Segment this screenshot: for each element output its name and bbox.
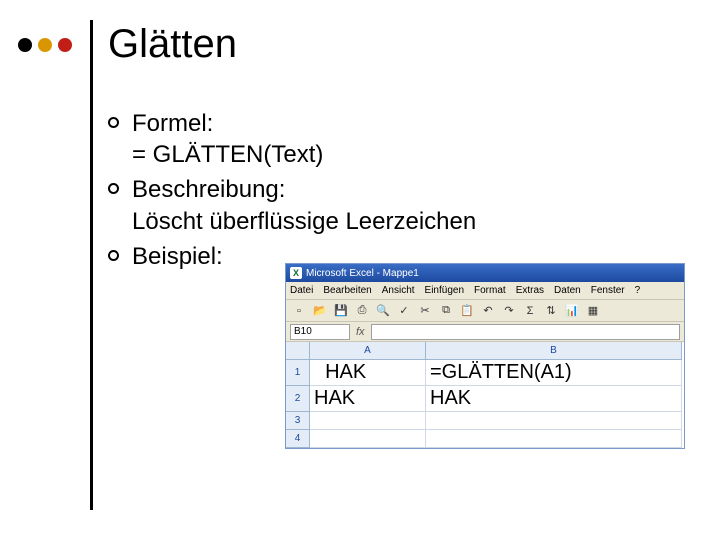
vertical-divider [90,20,93,510]
spellcheck-icon[interactable]: ✓ [395,302,413,320]
row-1: 1 HAK =GLÄTTEN(A1) [286,360,684,386]
accent-dots [18,38,72,52]
menu-bearbeiten[interactable]: Bearbeiten [323,285,371,296]
cell-a3[interactable] [310,412,426,430]
menu-einfuegen[interactable]: Einfügen [425,285,464,296]
print-icon[interactable]: ⎙ [353,302,371,320]
bullet-icon [108,250,119,261]
undo-icon[interactable]: ↶ [479,302,497,320]
bullet-icon [108,183,119,194]
open-icon[interactable]: 📂 [311,302,329,320]
excel-menubar: Datei Bearbeiten Ansicht Einfügen Format… [286,282,684,300]
cell-a1[interactable]: HAK [310,360,426,386]
redo-icon[interactable]: ↷ [500,302,518,320]
excel-formulabar: B10 fx [286,322,684,342]
fx-icon[interactable]: fx [356,326,365,338]
excel-title-text: Microsoft Excel - Mappe1 [306,268,419,279]
cell-b2[interactable]: HAK [426,386,682,412]
bullet-formel: Formel: = GLÄTTEN(Text) [108,108,698,170]
formula-input[interactable] [371,324,680,340]
name-box[interactable]: B10 [290,324,350,340]
sort-icon[interactable]: ⇅ [542,302,560,320]
row-3: 3 [286,412,684,430]
slide-content: Formel: = GLÄTTEN(Text) Beschreibung: Lö… [108,108,698,276]
dot-red [58,38,72,52]
slide-title: Glätten [108,22,237,67]
row-header[interactable]: 4 [286,430,310,448]
dot-black [18,38,32,52]
row-4: 4 [286,430,684,448]
cut-icon[interactable]: ✂ [416,302,434,320]
cell-b1[interactable]: =GLÄTTEN(A1) [426,360,682,386]
preview-icon[interactable]: 🔍 [374,302,392,320]
chart-icon[interactable]: 📊 [563,302,581,320]
excel-screenshot: X Microsoft Excel - Mappe1 Datei Bearbei… [285,263,685,449]
excel-toolbar: ▫ 📂 💾 ⎙ 🔍 ✓ ✂ ⧉ 📋 ↶ ↷ Σ ⇅ 📊 ▦ [286,300,684,322]
bullet-beschreibung: Beschreibung: Löscht überflüssige Leerze… [108,174,698,236]
cell-b4[interactable] [426,430,682,448]
bullet-sub: = GLÄTTEN(Text) [132,139,698,170]
excel-grid: A B 1 HAK =GLÄTTEN(A1) 2 HAK HAK 3 4 [286,342,684,448]
row-header[interactable]: 1 [286,360,310,386]
new-file-icon[interactable]: ▫ [290,302,308,320]
excel-app-icon: X [290,267,302,279]
dot-orange [38,38,52,52]
menu-format[interactable]: Format [474,285,506,296]
copy-icon[interactable]: ⧉ [437,302,455,320]
paste-icon[interactable]: 📋 [458,302,476,320]
col-header-a[interactable]: A [310,342,426,360]
menu-daten[interactable]: Daten [554,285,581,296]
bullet-label: Beschreibung: [132,174,698,205]
select-all-corner[interactable] [286,342,310,360]
menu-ansicht[interactable]: Ansicht [382,285,415,296]
row-header[interactable]: 3 [286,412,310,430]
menu-fenster[interactable]: Fenster [591,285,625,296]
row-header[interactable]: 2 [286,386,310,412]
sum-icon[interactable]: Σ [521,302,539,320]
cell-a4[interactable] [310,430,426,448]
bullet-label: Formel: [132,108,698,139]
col-header-b[interactable]: B [426,342,682,360]
cell-a2[interactable]: HAK [310,386,426,412]
menu-datei[interactable]: Datei [290,285,313,296]
excel-titlebar: X Microsoft Excel - Mappe1 [286,264,684,282]
cell-b3[interactable] [426,412,682,430]
menu-help[interactable]: ? [635,285,641,296]
bullet-sub: Löscht überflüssige Leerzeichen [132,206,698,237]
bullet-icon [108,117,119,128]
save-icon[interactable]: 💾 [332,302,350,320]
row-2: 2 HAK HAK [286,386,684,412]
table-icon[interactable]: ▦ [584,302,602,320]
menu-extras[interactable]: Extras [516,285,544,296]
